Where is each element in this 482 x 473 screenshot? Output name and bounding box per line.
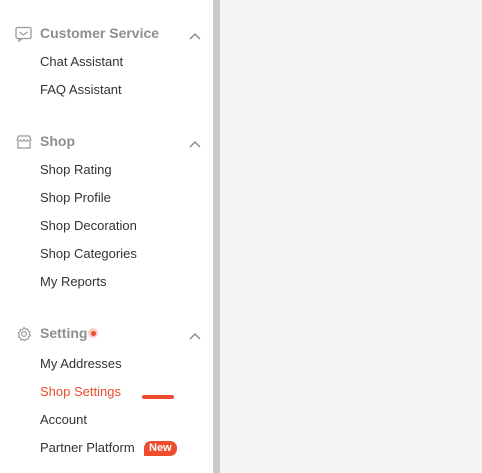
section-title-setting: Setting (40, 325, 88, 341)
section-header-shop[interactable]: Shop (0, 130, 213, 154)
sidebar: Customer Service Chat Assistant FAQ Assi… (0, 0, 213, 473)
chat-window-icon (15, 26, 33, 43)
main-content-area (220, 0, 482, 473)
sidebar-item-shop-categories[interactable]: Shop Categories (40, 245, 137, 263)
sidebar-item-partner-platform[interactable]: Partner Platform (40, 439, 135, 457)
sidebar-item-my-reports[interactable]: My Reports (40, 273, 106, 291)
sidebar-item-shop-rating[interactable]: Shop Rating (40, 161, 112, 179)
gear-icon (15, 326, 33, 342)
active-indicator (142, 395, 174, 399)
sidebar-item-shop-settings[interactable]: Shop Settings (40, 383, 121, 401)
new-badge: New (144, 441, 177, 456)
section-title-customer-service: Customer Service (40, 25, 160, 41)
chevron-up-icon[interactable] (188, 136, 202, 148)
sidebar-item-my-addresses[interactable]: My Addresses (40, 355, 122, 373)
section-header-customer-service[interactable]: Customer Service (0, 22, 213, 46)
chevron-up-icon[interactable] (188, 328, 202, 340)
sidebar-item-shop-profile[interactable]: Shop Profile (40, 189, 111, 207)
chevron-up-icon[interactable] (188, 28, 202, 40)
sidebar-item-chat-assistant[interactable]: Chat Assistant (40, 53, 123, 71)
sidebar-item-faq-assistant[interactable]: FAQ Assistant (40, 81, 122, 99)
sidebar-item-shop-decoration[interactable]: Shop Decoration (40, 217, 137, 235)
section-header-setting[interactable]: Setting (0, 322, 213, 346)
section-title-shop: Shop (40, 133, 75, 149)
sidebar-scrollbar[interactable] (213, 0, 220, 473)
notification-dot (88, 328, 98, 338)
storefront-icon (15, 134, 33, 150)
sidebar-item-account[interactable]: Account (40, 411, 87, 429)
